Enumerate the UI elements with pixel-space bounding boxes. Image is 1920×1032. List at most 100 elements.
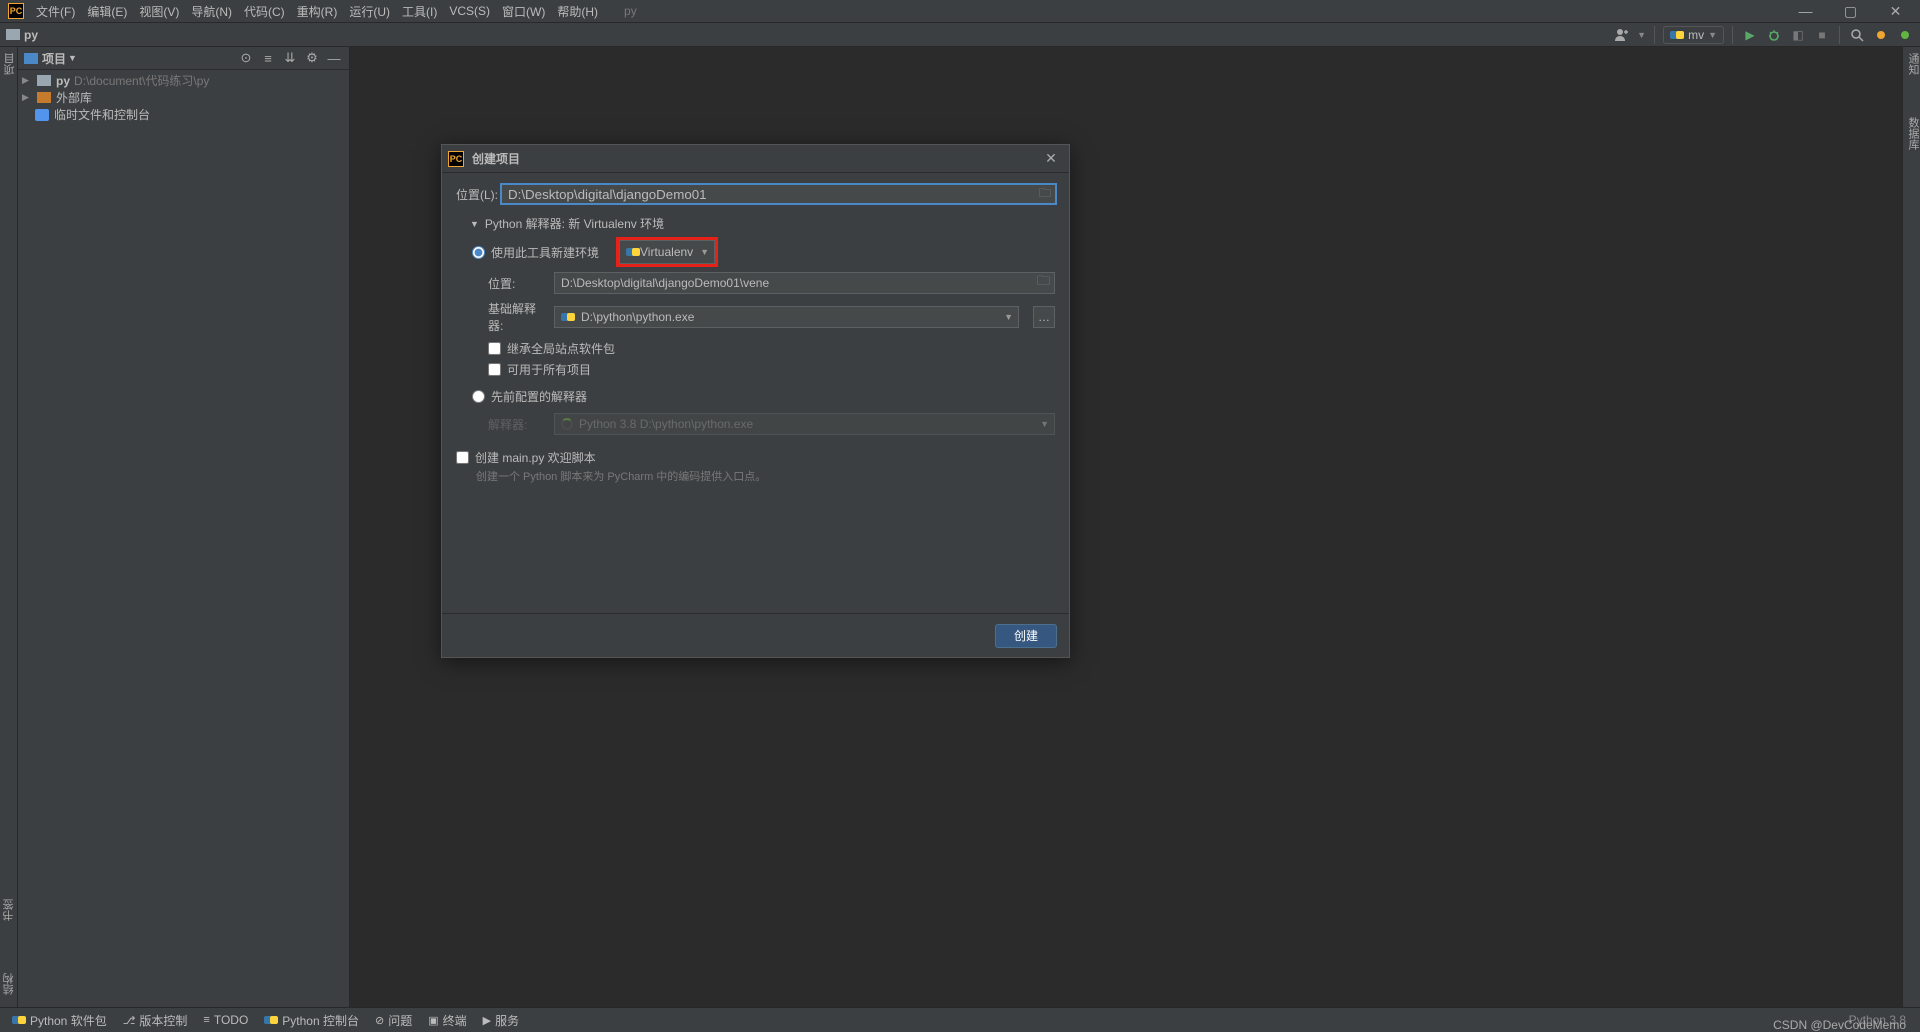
breadcrumb[interactable]: py: [24, 28, 38, 42]
chevron-right-icon: ▶: [22, 75, 32, 86]
folder-icon: [37, 75, 51, 86]
minimize-button[interactable]: —: [1783, 0, 1828, 23]
venv-location-input[interactable]: D:\Desktop\digital\djangoDemo01\vene 🗀: [554, 272, 1055, 294]
menu-code[interactable]: 代码(C): [238, 3, 291, 20]
location-input[interactable]: [500, 183, 1057, 205]
create-button[interactable]: 创建: [995, 624, 1057, 648]
project-view-icon: [24, 53, 38, 64]
tool-python-packages[interactable]: Python 软件包: [6, 1012, 113, 1029]
loading-spinner-icon: [561, 418, 573, 430]
checkbox-inherit-global[interactable]: [488, 342, 501, 355]
python-icon: [1670, 28, 1684, 42]
right-tool-strip: 通知 数据库: [1902, 47, 1920, 1007]
create-main-hint: 创建一个 Python 脚本来为 PyCharm 中的编码提供入口点。: [476, 468, 1055, 484]
python-icon: [264, 1013, 278, 1027]
menu-file[interactable]: 文件(F): [30, 3, 81, 20]
gear-icon[interactable]: ⚙: [303, 49, 321, 67]
project-tree: ▶ py D:\document\代码练习\py ▶ 外部库 临时文件和控制台: [18, 70, 349, 125]
base-interpreter-more-button[interactable]: …: [1033, 306, 1055, 328]
checkbox-inherit-global-label: 继承全局站点软件包: [507, 340, 615, 357]
tree-node-label: 外部库: [56, 89, 92, 106]
tree-scratches[interactable]: 临时文件和控制台: [18, 106, 349, 123]
radio-existing-interpreter[interactable]: [472, 390, 485, 403]
close-window-button[interactable]: ✕: [1873, 0, 1918, 23]
pycharm-logo-icon: PC: [8, 3, 24, 19]
base-interpreter-label: 基础解释器:: [488, 300, 544, 334]
collapse-all-icon[interactable]: ⇊: [281, 49, 299, 67]
menu-help[interactable]: 帮助(H): [551, 3, 604, 20]
library-icon: [37, 92, 51, 103]
base-interpreter-combo[interactable]: D:\python\python.exe ▼: [554, 306, 1019, 328]
debug-button[interactable]: [1765, 26, 1783, 44]
run-coverage-button[interactable]: ◧: [1789, 26, 1807, 44]
radio-new-environment-label: 使用此工具新建环境: [491, 244, 599, 261]
folder-icon: [6, 29, 20, 40]
browse-folder-icon[interactable]: 🗀: [1037, 272, 1050, 294]
watermark: CSDN @DevCodeMemo: [1773, 1018, 1906, 1032]
warning-icon: ⊘: [375, 1014, 384, 1027]
tool-tab-notifications[interactable]: 通知: [1903, 47, 1920, 81]
existing-interpreter-label: 解释器:: [488, 416, 544, 433]
tree-node-path: D:\document\代码练习\py: [74, 72, 209, 89]
terminal-icon: ▣: [428, 1014, 438, 1027]
tree-node-label: 临时文件和控制台: [54, 106, 150, 123]
tool-terminal[interactable]: ▣终端: [422, 1012, 472, 1029]
environment-tool-value: Virtualenv: [640, 245, 693, 259]
tool-tab-bookmarks[interactable]: 书签: [0, 893, 19, 927]
branch-icon: ⎇: [123, 1014, 136, 1027]
expand-all-icon[interactable]: ≡: [259, 49, 277, 67]
add-user-icon[interactable]: [1613, 26, 1631, 44]
menu-window[interactable]: 窗口(W): [496, 3, 551, 20]
run-button[interactable]: ▶: [1741, 26, 1759, 44]
python-icon: [561, 310, 575, 324]
menu-vcs[interactable]: VCS(S): [443, 4, 496, 18]
menu-run[interactable]: 运行(U): [343, 3, 396, 20]
menu-edit[interactable]: 编辑(E): [81, 3, 133, 20]
ide-updates-icon[interactable]: [1872, 26, 1890, 44]
tool-tab-project[interactable]: 项目: [0, 47, 20, 81]
hide-panel-button[interactable]: —: [325, 49, 343, 67]
browse-folder-icon[interactable]: 🗀: [1035, 183, 1055, 205]
tool-todo[interactable]: ≡TODO: [197, 1013, 254, 1027]
status-bar: Python 软件包 ⎇版本控制 ≡TODO Python 控制台 ⊘问题 ▣终…: [0, 1007, 1920, 1032]
checkbox-create-main[interactable]: [456, 451, 469, 464]
assistant-icon[interactable]: [1896, 26, 1914, 44]
tool-python-console[interactable]: Python 控制台: [258, 1012, 365, 1029]
menu-view[interactable]: 视图(V): [133, 3, 185, 20]
tree-root-folder[interactable]: ▶ py D:\document\代码练习\py: [18, 72, 349, 89]
maximize-button[interactable]: ▢: [1828, 0, 1873, 23]
menu-refactor[interactable]: 重构(R): [291, 3, 344, 20]
chevron-down-icon[interactable]: ▼: [68, 53, 77, 63]
chevron-down-icon: ▼: [1004, 312, 1013, 322]
scratch-icon: [35, 109, 49, 121]
tool-services[interactable]: ▶服务: [477, 1012, 525, 1029]
tool-tab-structure[interactable]: 结构: [0, 967, 19, 1001]
menu-navigate[interactable]: 导航(N): [185, 3, 238, 20]
checkbox-create-main-label: 创建 main.py 欢迎脚本: [475, 449, 596, 466]
run-config-selector[interactable]: mv ▼: [1663, 26, 1724, 44]
tool-version-control[interactable]: ⎇版本控制: [117, 1012, 194, 1029]
dialog-body: 位置(L): 🗀 ▼ Python 解释器: 新 Virtualenv 环境 使…: [442, 173, 1069, 613]
radio-new-environment[interactable]: [472, 246, 485, 259]
dialog-titlebar: PC 创建项目 ✕: [442, 145, 1069, 173]
chevron-down-icon: ▼: [700, 247, 709, 257]
checkbox-all-projects[interactable]: [488, 363, 501, 376]
chevron-down-icon: ▼: [1637, 30, 1646, 40]
location-label: 位置(L):: [456, 186, 500, 203]
tool-tab-database[interactable]: 数据库: [1903, 111, 1920, 156]
menu-tools[interactable]: 工具(I): [396, 3, 443, 20]
radio-existing-interpreter-label: 先前配置的解释器: [491, 388, 587, 405]
python-icon: [626, 245, 640, 259]
tool-problems[interactable]: ⊘问题: [369, 1012, 418, 1029]
navigation-toolbar: py ▼ mv ▼ ▶ ◧ ■: [0, 23, 1920, 47]
project-panel: 项目 ▼ ⊙ ≡ ⇊ ⚙ — ▶ py D:\document\代码练习\py …: [18, 47, 350, 1007]
select-opened-file-icon[interactable]: ⊙: [237, 49, 255, 67]
existing-interpreter-combo: Python 3.8 D:\python\python.exe ▼: [554, 413, 1055, 435]
tree-external-libraries[interactable]: ▶ 外部库: [18, 89, 349, 106]
environment-tool-combo[interactable]: Virtualenv ▼: [619, 240, 715, 264]
search-icon[interactable]: [1848, 26, 1866, 44]
chevron-right-icon: ▶: [22, 92, 32, 103]
dialog-close-button[interactable]: ✕: [1039, 147, 1063, 171]
stop-button[interactable]: ■: [1813, 26, 1831, 44]
interpreter-section-header[interactable]: ▼ Python 解释器: 新 Virtualenv 环境: [470, 215, 1055, 232]
